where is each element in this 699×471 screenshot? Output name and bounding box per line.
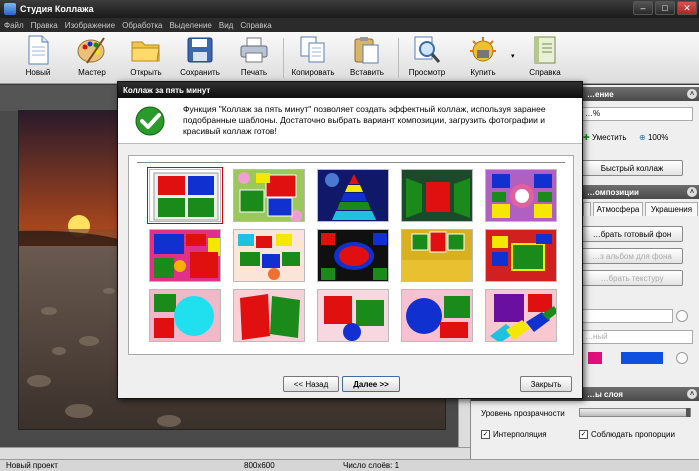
back-button[interactable]: << Назад <box>283 376 339 392</box>
paste-icon <box>352 34 382 66</box>
color-picker-icon[interactable] <box>676 352 688 364</box>
album-background-button[interactable]: …з альбом для фона <box>581 248 683 264</box>
zoom-select[interactable]: …% <box>581 107 693 121</box>
template-12[interactable] <box>233 289 305 342</box>
dialog-description: Функция "Коллаж за пять минут" позволяет… <box>183 104 546 136</box>
help-book-icon <box>530 34 560 66</box>
template-3[interactable] <box>317 169 389 222</box>
horizontal-scrollbar[interactable] <box>0 447 470 459</box>
paste-button[interactable]: Вставить <box>344 34 390 82</box>
interpolation-checkbox[interactable]: ✓ Интерполяция <box>481 430 547 440</box>
app-icon <box>4 3 16 15</box>
template-7[interactable] <box>233 229 305 282</box>
opacity-label: Уровень прозрачности <box>481 409 565 418</box>
menu-edit[interactable]: Правка <box>31 21 58 30</box>
template-13[interactable] <box>317 289 389 342</box>
template-11[interactable] <box>149 289 221 342</box>
copy-button[interactable]: Копировать <box>290 34 336 82</box>
collapse-icon[interactable]: ˄ <box>687 389 697 399</box>
menu-file[interactable]: Файл <box>4 21 24 30</box>
status-project: Новый проект <box>6 461 58 470</box>
tab-decorations[interactable]: Украшения <box>645 202 698 216</box>
collapse-icon[interactable]: ˄ <box>687 89 697 99</box>
template-4[interactable] <box>401 169 473 222</box>
save-button[interactable]: Сохранить <box>177 34 223 82</box>
template-2[interactable] <box>233 169 305 222</box>
floppy-icon <box>185 34 215 66</box>
dialog-header: Функция "Коллаж за пять минут" позволяет… <box>118 98 582 144</box>
menu-processing[interactable]: Обработка <box>122 21 162 30</box>
status-bar: Новый проект 800x600 Число слоёв: 1 <box>0 459 699 471</box>
template-9[interactable] <box>401 229 473 282</box>
minimize-button[interactable]: – <box>633 1 653 15</box>
checkbox-icon: ✓ <box>579 430 588 440</box>
tab-background[interactable] <box>583 202 591 216</box>
menu-image[interactable]: Изображение <box>65 21 115 30</box>
template-8[interactable] <box>317 229 389 282</box>
print-button[interactable]: Печать <box>231 34 277 82</box>
choose-ready-background-button[interactable]: …брать готовый фон <box>581 226 683 242</box>
folder-icon <box>131 34 161 66</box>
next-button[interactable]: Далее >> <box>342 376 400 392</box>
color-swatch-pink[interactable] <box>588 352 602 364</box>
fill-mode-select[interactable]: …ный <box>581 330 693 344</box>
title-bar: Студия Коллажа – □ ✕ <box>0 0 699 18</box>
zoom-icon: ⊕ <box>639 133 646 142</box>
buy-icon <box>468 34 498 66</box>
menu-selection[interactable]: Выделение <box>169 21 211 30</box>
wizard-button[interactable]: Мастер <box>69 34 115 82</box>
fit-icon: ✚ <box>583 133 590 142</box>
maximize-button[interactable]: □ <box>655 1 675 15</box>
menu-help[interactable]: Справка <box>240 21 271 30</box>
choose-texture-button[interactable]: …брать текстуру <box>581 270 683 286</box>
collapse-icon[interactable]: ˄ <box>687 187 697 197</box>
status-size: 800x600 <box>244 461 275 470</box>
collage-wizard-dialog: Коллаж за пять минут Функция "Коллаж за … <box>117 81 583 399</box>
window-title: Студия Коллажа <box>20 4 94 14</box>
dialog-close-button[interactable]: Закрыть <box>520 376 572 392</box>
quick-collage-button[interactable]: Быстрый коллаж <box>581 160 683 176</box>
template-15[interactable] <box>485 289 557 342</box>
new-document-icon <box>23 34 53 66</box>
preview-button[interactable]: Просмотр <box>404 34 450 82</box>
dialog-title-bar: Коллаж за пять минут <box>118 82 582 98</box>
template-gallery <box>128 155 574 355</box>
menu-view[interactable]: Вид <box>219 21 233 30</box>
template-5[interactable] <box>485 169 557 222</box>
new-button[interactable]: Новый <box>15 34 61 82</box>
menu-bar: Файл Правка Изображение Обработка Выделе… <box>0 18 699 32</box>
opacity-slider[interactable] <box>579 408 691 417</box>
printer-icon <box>239 34 269 66</box>
open-button[interactable]: Открыть <box>123 34 169 82</box>
buy-dropdown-arrow[interactable]: ▾ <box>511 52 515 60</box>
color-swatch-blue[interactable] <box>621 352 663 364</box>
template-14[interactable] <box>401 289 473 342</box>
copy-icon <box>298 34 328 66</box>
palette-icon <box>77 34 107 66</box>
status-layers: Число слоёв: 1 <box>343 461 400 470</box>
fit-option[interactable]: ✚ Уместить <box>583 133 627 142</box>
keep-proportions-checkbox[interactable]: ✓ Соблюдать пропорции <box>579 430 675 440</box>
texture-field[interactable] <box>581 309 673 323</box>
toolbar: Новый Мастер Открыть Сохранить Печать Ко… <box>0 32 699 84</box>
close-window-button[interactable]: ✕ <box>677 1 697 15</box>
opacity-slider-thumb[interactable] <box>686 408 690 417</box>
template-6[interactable] <box>149 229 221 282</box>
tab-atmosphere[interactable]: Атмосфера <box>593 202 643 216</box>
checkmark-icon <box>135 106 165 136</box>
checkbox-icon: ✓ <box>481 430 490 440</box>
reset-icon[interactable] <box>676 310 688 322</box>
magnifier-icon <box>412 34 442 66</box>
zoom-100-option[interactable]: ⊕ 100% <box>639 133 668 142</box>
template-1[interactable] <box>147 167 223 224</box>
buy-button[interactable]: Купить <box>460 34 506 82</box>
help-button[interactable]: Справка <box>522 34 568 82</box>
template-10[interactable] <box>485 229 557 282</box>
